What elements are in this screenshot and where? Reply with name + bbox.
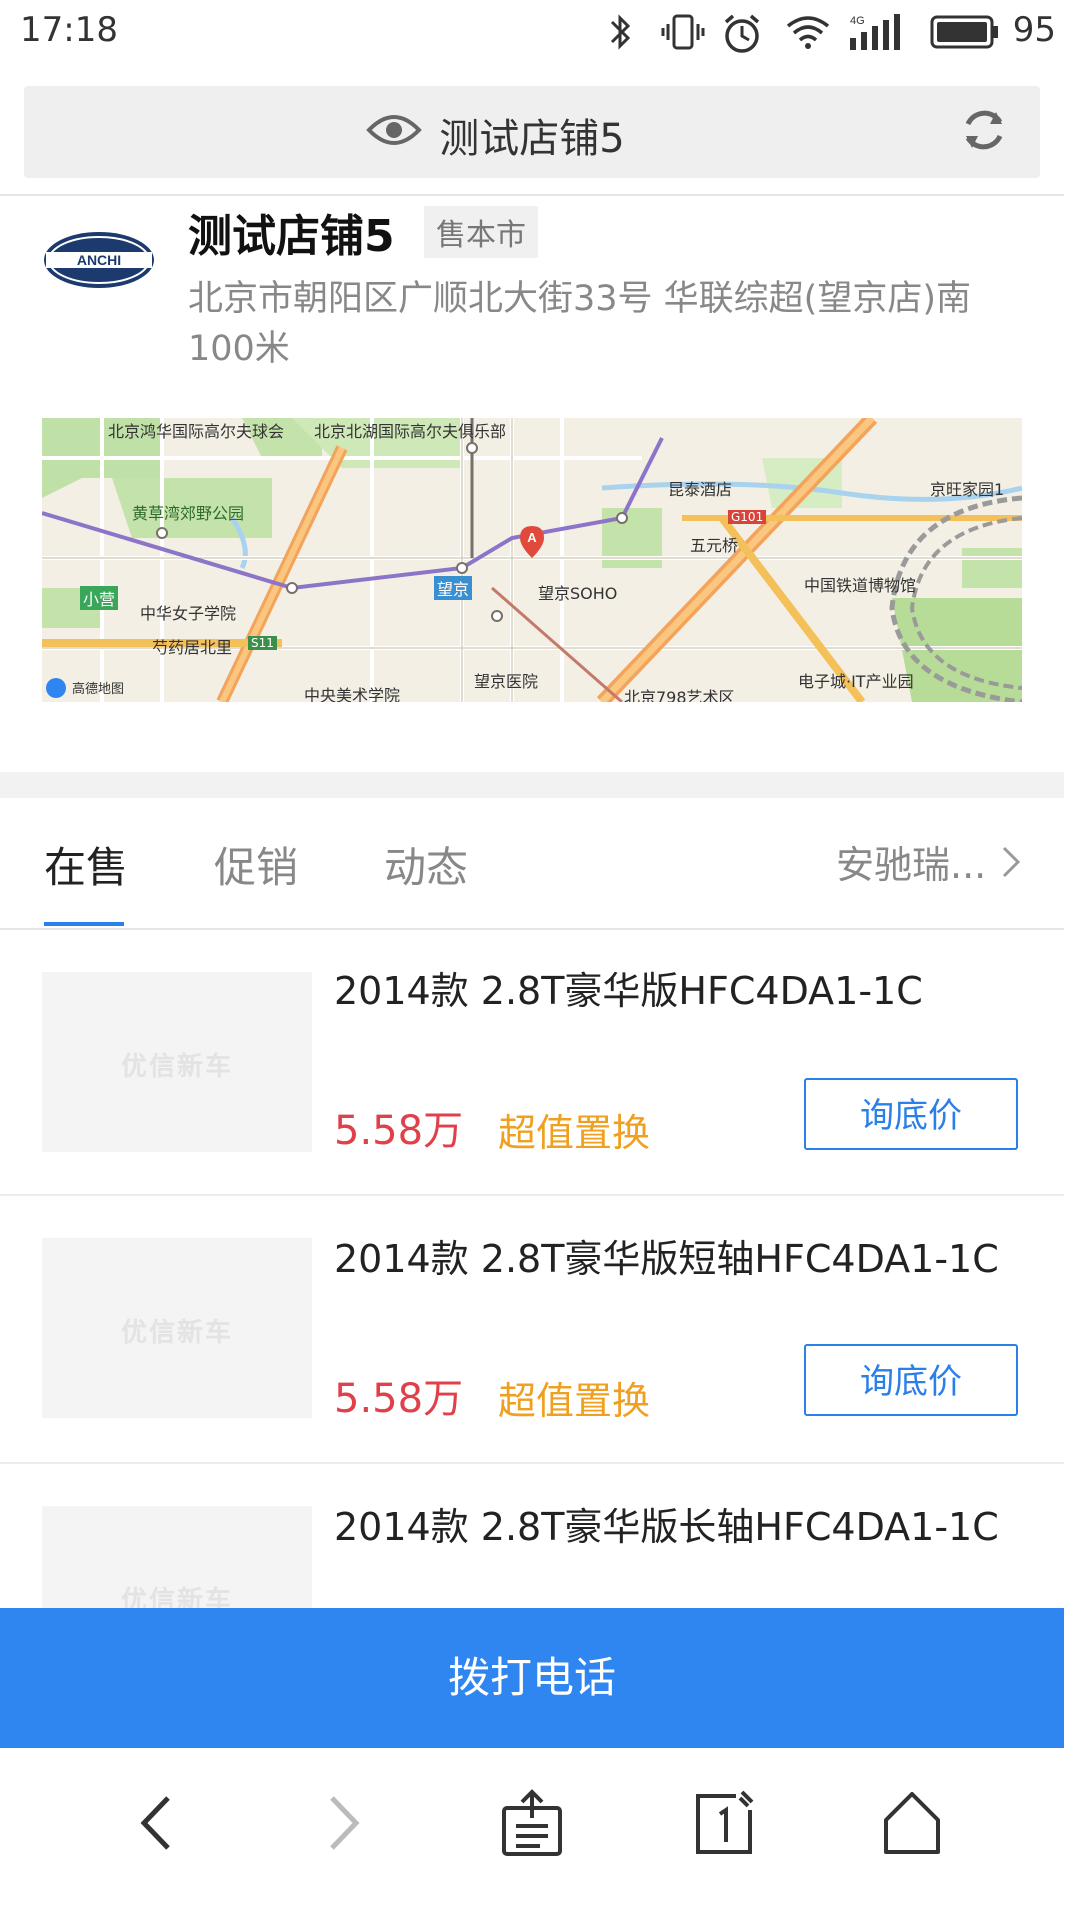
- status-bar: 17:18 4G 95: [0, 0, 1080, 68]
- alarm-icon: [720, 12, 764, 60]
- map-label: 京旺家园1: [930, 480, 1005, 499]
- map-label: 黄草湾郊野公园: [132, 504, 245, 523]
- thumbnail-placeholder-text: 优信新车: [120, 1586, 233, 1608]
- map-label: 望京医院: [474, 672, 539, 691]
- store-name: 测试店铺5: [188, 211, 395, 262]
- inquire-price-button[interactable]: 询底价: [804, 1078, 1018, 1150]
- car-thumbnail: 优信新车: [42, 1506, 312, 1608]
- svg-text:A: A: [527, 530, 537, 545]
- listing-row[interactable]: 优信新车 2014款 2.8T豪华版长轴HFC4DA1-1C: [0, 1464, 1064, 1608]
- store-address: 北京市朝阳区广顺北大街33号 华联综超(望京店)南100米: [188, 279, 971, 369]
- vibrate-icon: [660, 12, 706, 56]
- map-label: 昆泰酒店: [668, 480, 733, 499]
- section-separator: [0, 772, 1064, 798]
- map-label: 电子城·IT产业园: [798, 672, 914, 691]
- address-bar[interactable]: 测试店铺5: [24, 86, 1040, 178]
- map-label: G101: [728, 510, 767, 524]
- map-label: S11: [248, 636, 277, 650]
- inquire-price-button[interactable]: 询底价: [804, 1344, 1018, 1416]
- map-label: 北京798艺术区: [624, 688, 735, 702]
- promo-tag: 超值置换: [498, 1111, 651, 1155]
- signal-icon: 4G: [848, 12, 906, 56]
- call-phone-button[interactable]: 拨打电话: [0, 1608, 1064, 1748]
- svg-text:4G: 4G: [850, 15, 865, 27]
- status-time: 17:18: [20, 10, 118, 50]
- back-icon[interactable]: [130, 1788, 180, 1862]
- car-price: 5.58万: [334, 1108, 464, 1154]
- share-icon[interactable]: [500, 1788, 564, 1862]
- car-title: 2014款 2.8T豪华版长轴HFC4DA1-1C: [334, 1505, 999, 1549]
- map-label: 中国铁道博物馆: [804, 576, 917, 595]
- listing-row[interactable]: 优信新车 2014款 2.8T豪华版HFC4DA1-1C 5.58万 超值置换 …: [0, 930, 1064, 1196]
- battery-icon: [930, 14, 1000, 54]
- wifi-icon: [784, 12, 832, 56]
- store-tag: 售本市: [424, 206, 538, 258]
- tabs-icon[interactable]: [692, 1788, 756, 1862]
- promo-tag: 超值置换: [498, 1379, 651, 1423]
- map-label: 小营: [80, 586, 119, 610]
- home-icon[interactable]: [880, 1788, 944, 1862]
- car-title: 2014款 2.8T豪华版短轴HFC4DA1-1C: [334, 1237, 999, 1281]
- tab-news[interactable]: 动态: [384, 834, 468, 895]
- tab-active-indicator: [44, 922, 124, 926]
- store-map[interactable]: A 北京鸿华国际高尔夫球会 北京北湖国际高尔夫俱乐部 昆泰酒店 京旺家园1 黄草…: [42, 418, 1022, 702]
- map-label: 五元桥: [690, 536, 739, 555]
- header-divider: [0, 194, 1064, 196]
- map-label: 北京北湖国际高尔夫俱乐部: [314, 422, 507, 441]
- car-thumbnail: 优信新车: [42, 1238, 312, 1418]
- reload-icon[interactable]: [956, 102, 1012, 162]
- forward-icon[interactable]: [320, 1788, 370, 1862]
- car-title: 2014款 2.8T豪华版HFC4DA1-1C: [334, 969, 923, 1013]
- tab-bar: 在售 促销 动态 安驰瑞...: [0, 798, 1064, 928]
- map-label: 望京: [434, 576, 473, 600]
- map-label: 中华女子学院: [140, 604, 237, 623]
- map-label: 望京SOHO: [538, 584, 618, 603]
- battery-level: 95: [1012, 10, 1056, 50]
- store-logo: ANCHI: [42, 230, 156, 290]
- map-label: 中央美术学院: [304, 686, 401, 702]
- page-title: 测试店铺5: [439, 116, 625, 162]
- tab-on-sale[interactable]: 在售: [44, 834, 128, 895]
- car-price: 5.58万: [334, 1376, 464, 1422]
- tab-promotion[interactable]: 促销: [214, 834, 298, 895]
- map-label: 高德地图: [72, 682, 125, 697]
- svg-text:ANCHI: ANCHI: [77, 252, 121, 268]
- bluetooth-icon: [606, 12, 636, 56]
- chevron-right-icon[interactable]: [1000, 842, 1024, 886]
- map-label: 芍药居北里: [152, 638, 233, 657]
- tab-more[interactable]: 安驰瑞...: [836, 834, 986, 889]
- browser-bottom-nav: [0, 1748, 1064, 1920]
- car-thumbnail: 优信新车: [42, 972, 312, 1152]
- thumbnail-placeholder-text: 优信新车: [120, 1052, 233, 1082]
- thumbnail-placeholder-text: 优信新车: [120, 1318, 233, 1348]
- map-label: 北京鸿华国际高尔夫球会: [108, 422, 285, 441]
- listing-row[interactable]: 优信新车 2014款 2.8T豪华版短轴HFC4DA1-1C 5.58万 超值置…: [0, 1196, 1064, 1464]
